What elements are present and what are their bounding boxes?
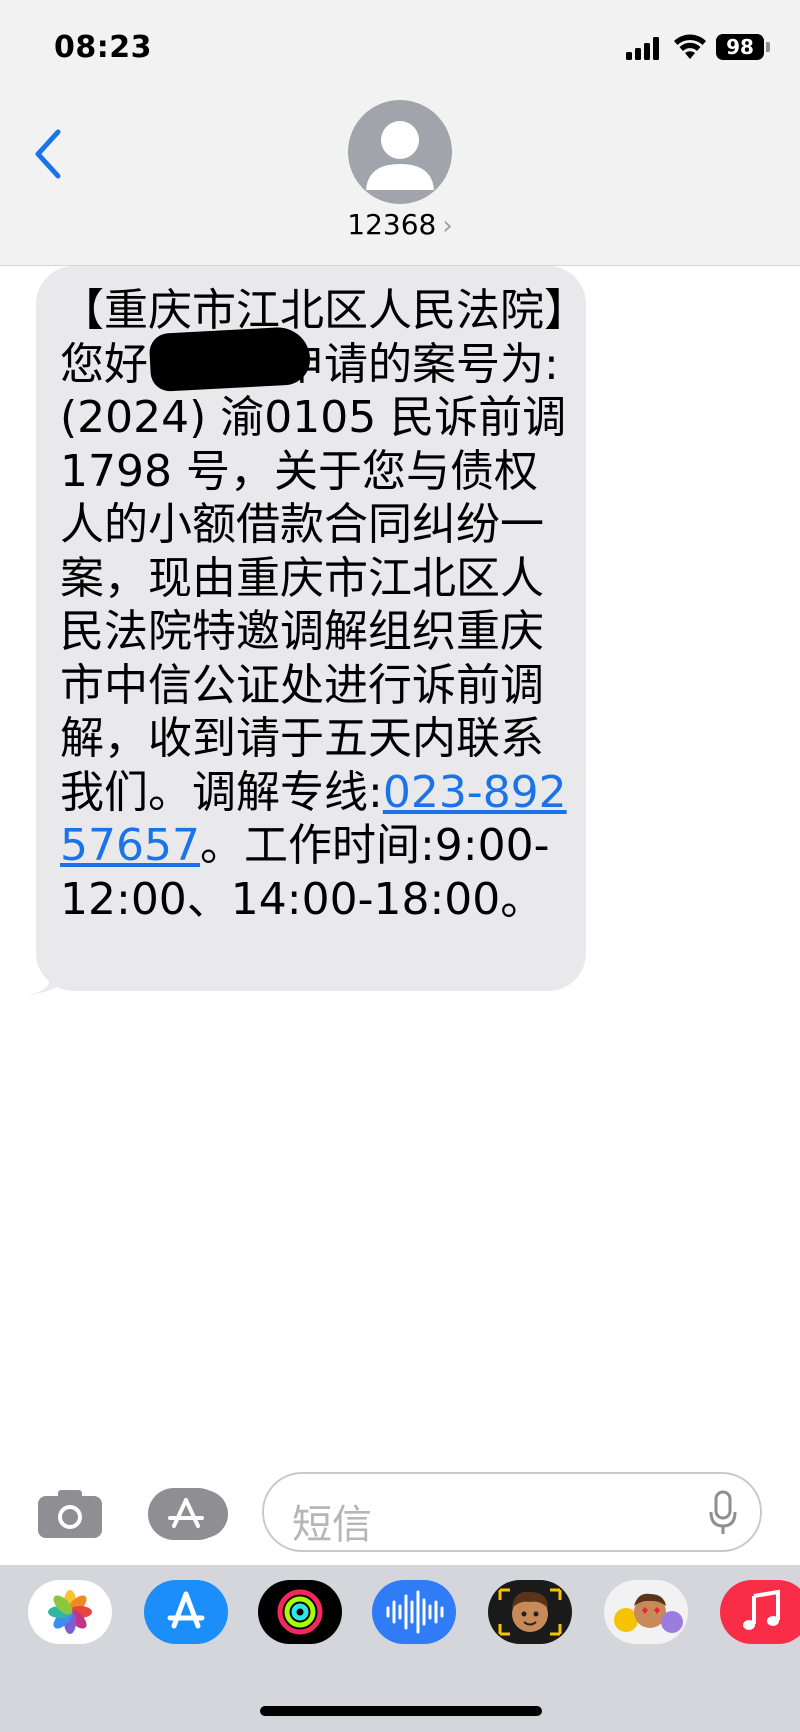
app-store-button[interactable] (148, 1488, 224, 1540)
music-icon[interactable] (720, 1580, 800, 1644)
person-icon (366, 121, 434, 190)
app-store-a-icon (168, 1498, 204, 1528)
contact-name-button[interactable]: 12368 › (0, 208, 800, 241)
input-placeholder: 短信 (292, 1502, 372, 1548)
photos-icon[interactable] (28, 1580, 112, 1644)
message-body: 【重庆市江北区人民法院】您好，您被申请的案号为:(2024) 渝0105 民诉前… (60, 285, 567, 818)
chevron-right-icon: › (442, 211, 453, 241)
battery-cap (766, 42, 770, 52)
bubble-tail (24, 950, 70, 996)
redaction-scribble (148, 325, 312, 393)
battery-indicator: 98 (716, 34, 764, 60)
app-store-icon[interactable] (144, 1580, 228, 1644)
conversation-header: 08:23 98 12368 › (0, 0, 800, 266)
memoji-icon[interactable] (488, 1580, 572, 1644)
home-indicator[interactable] (260, 1706, 542, 1716)
activity-icon[interactable] (258, 1580, 342, 1644)
wifi-icon (674, 34, 706, 59)
cellular-signal-icon (626, 36, 660, 60)
contact-avatar[interactable] (348, 100, 452, 204)
status-time: 08:23 (54, 30, 152, 65)
message-text: 【重庆市江北区人民法院】您好，您被申请的案号为:(2024) 渝0105 民诉前… (60, 284, 575, 926)
back-chevron-icon[interactable] (30, 126, 70, 182)
contact-name: 12368 (347, 208, 437, 241)
audio-message-icon[interactable] (372, 1580, 456, 1644)
camera-icon[interactable] (36, 1488, 104, 1540)
message-input[interactable]: 短信 (262, 1472, 762, 1552)
microphone-icon[interactable] (708, 1490, 738, 1536)
memoji-stickers-icon[interactable] (604, 1580, 688, 1644)
